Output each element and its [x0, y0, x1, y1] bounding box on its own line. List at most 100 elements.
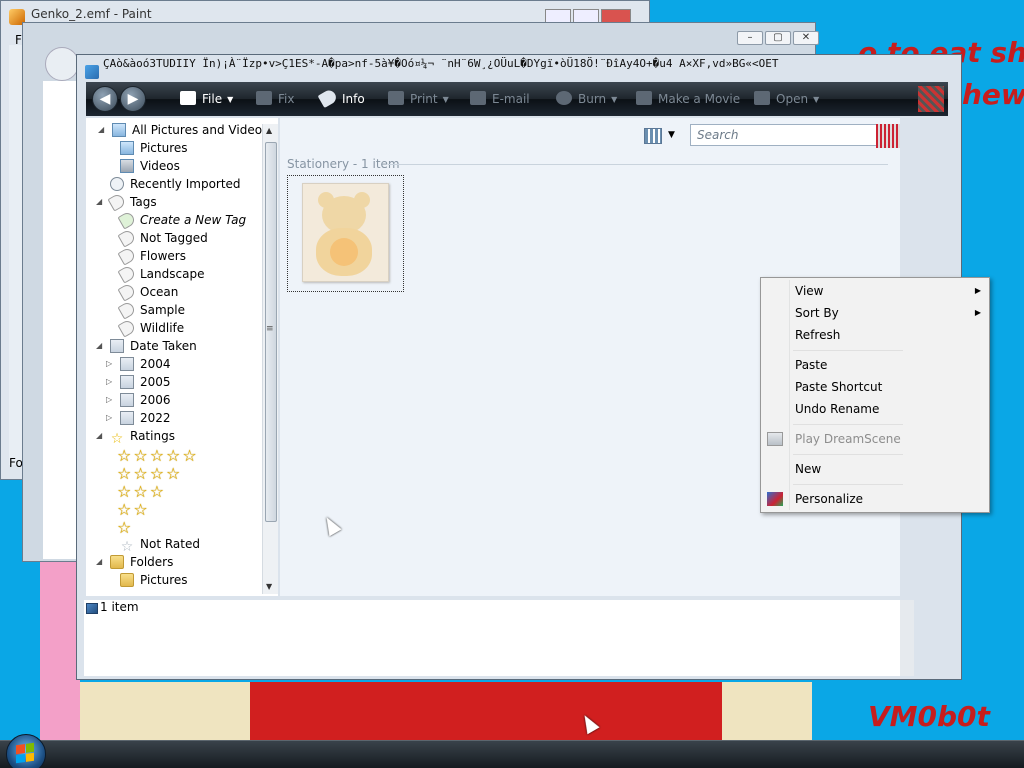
ctx-undo-rename[interactable]: Undo Rename [795, 398, 975, 420]
gallery-window-title: ÇAò&àoó3TUDIIY Ïn)¡À¨Ïzp•v>Ç1ES*-A�pa>nf… [103, 57, 779, 70]
nav-tag-flowers[interactable]: Flowers [117, 246, 186, 267]
gallery-toolbar: ◀ ▶ File ▼ Fix Info Print ▼ E-mail Burn ▼ M… [86, 82, 948, 116]
nav-tag-sample[interactable]: Sample [117, 300, 185, 321]
untagged-icon [117, 228, 137, 248]
status-bar: 1 item [84, 600, 900, 618]
file-menu-label: File [202, 92, 223, 106]
tag-icon [117, 300, 137, 320]
middle-close-button[interactable]: ✕ [793, 31, 819, 45]
ctx-view[interactable]: View ▶ [795, 280, 981, 302]
ctx-new[interactable]: New [795, 458, 975, 480]
file-menu-button[interactable]: File ▼ [180, 91, 233, 109]
open-button[interactable]: Open ▼ [754, 91, 819, 109]
collapsed-arrow-icon[interactable]: ▷ [106, 377, 112, 386]
gallery-right-edge [900, 600, 914, 676]
fix-button[interactable]: Fix [256, 91, 294, 109]
ctx-view-label: View [795, 284, 824, 298]
nav-folder-pictures[interactable]: Pictures [120, 573, 188, 591]
ctx-refresh[interactable]: Refresh [795, 324, 975, 346]
nav-tags[interactable]: ◢ Tags [96, 192, 157, 213]
nav-tag-ocean[interactable]: Ocean [117, 282, 178, 303]
view-dropdown-icon[interactable]: ▼ [668, 130, 675, 140]
collapsed-arrow-icon[interactable]: ▷ [106, 359, 112, 368]
expanded-arrow-icon[interactable]: ◢ [96, 341, 102, 350]
nav-date-taken[interactable]: ◢ Date Taken [96, 339, 197, 357]
nav-create-tag[interactable]: Create a New Tag [117, 210, 246, 231]
nav-year-2004[interactable]: ▷ 2004 [106, 357, 171, 375]
nav-rating-5-stars[interactable]: ☆☆☆☆☆ [117, 446, 199, 465]
videos-icon [120, 159, 134, 173]
nav-rating-3-stars[interactable]: ☆☆☆ [117, 482, 166, 501]
nav-year-2005[interactable]: ▷ 2005 [106, 375, 171, 393]
collapsed-arrow-icon[interactable]: ▷ [106, 395, 112, 404]
nav-tag-landscape[interactable]: Landscape [117, 264, 205, 285]
middle-maximize-button[interactable]: ▢ [765, 31, 791, 45]
bear-belly [330, 238, 358, 266]
nav-tag-wildlife[interactable]: Wildlife [117, 318, 184, 339]
nav-ratings-label: Ratings [130, 429, 175, 443]
paint-tool-strip[interactable] [9, 45, 23, 465]
forward-arrow-icon[interactable]: ▶ [120, 86, 146, 112]
info-button[interactable]: Info [317, 87, 365, 109]
ctx-paste-shortcut[interactable]: Paste Shortcut [795, 376, 975, 398]
print-button[interactable]: Print ▼ [388, 91, 449, 109]
print-label: Print [410, 92, 438, 106]
ctx-sort-by-label: Sort By [795, 306, 839, 320]
group-header: Stationery - 1 item [287, 157, 400, 171]
expanded-arrow-icon[interactable]: ◢ [96, 431, 102, 440]
nav-not-tagged[interactable]: Not Tagged [117, 228, 208, 249]
help-icon[interactable] [918, 86, 944, 112]
nav-tag-label: Landscape [140, 267, 205, 281]
collapsed-arrow-icon[interactable]: ▷ [106, 413, 112, 422]
ctx-personalize[interactable]: Personalize [795, 488, 975, 510]
email-button[interactable]: E-mail [470, 91, 530, 109]
nav-year-label: 2004 [140, 357, 171, 371]
scroll-down-icon[interactable]: ▼ [266, 582, 272, 591]
ctx-paste[interactable]: Paste [795, 354, 975, 376]
nav-year-2022[interactable]: ▷ 2022 [106, 411, 171, 429]
expanded-arrow-icon[interactable]: ◢ [96, 197, 102, 206]
nav-recently-imported-label: Recently Imported [130, 177, 241, 191]
taskbar [0, 740, 1024, 768]
back-arrow-icon[interactable]: ◀ [92, 86, 118, 112]
nav-folders[interactable]: ◢ Folders [96, 555, 173, 573]
fix-icon [256, 91, 272, 105]
nav-year-label: 2005 [140, 375, 171, 389]
burn-label: Burn [578, 92, 607, 106]
nav-recently-imported[interactable]: Recently Imported [110, 177, 241, 195]
nav-not-rated-label: Not Rated [140, 537, 200, 551]
calendar-icon [120, 375, 134, 389]
make-movie-button[interactable]: Make a Movie [636, 91, 740, 109]
nav-not-rated[interactable]: ☆ Not Rated [120, 537, 200, 555]
middle-back-icon[interactable] [45, 47, 79, 81]
nav-rating-4-stars[interactable]: ☆☆☆☆ [117, 464, 182, 483]
wallpaper-pink-block [40, 560, 80, 740]
ctx-sort-by[interactable]: Sort By ▶ [795, 302, 981, 324]
nav-year-2006[interactable]: ▷ 2006 [106, 393, 171, 411]
search-icon[interactable] [876, 124, 900, 148]
status-text: 1 item [100, 600, 139, 614]
expanded-arrow-icon[interactable]: ◢ [98, 125, 104, 134]
nav-videos[interactable]: Videos [120, 159, 180, 177]
view-mode-icon[interactable] [644, 128, 662, 144]
email-label: E-mail [492, 92, 530, 106]
expanded-arrow-icon[interactable]: ◢ [96, 557, 102, 566]
middle-window-pane [43, 81, 79, 559]
nav-rating-2-stars[interactable]: ☆☆ [117, 500, 150, 519]
tag-icon [117, 282, 137, 302]
search-input[interactable]: Search [690, 124, 886, 146]
navigation-scrollbar[interactable] [262, 124, 278, 594]
tag-icon [317, 87, 339, 109]
empty-star-icon: ☆ [120, 539, 134, 555]
wallpaper-beige-block-left [80, 682, 250, 740]
nav-videos-label: Videos [140, 159, 180, 173]
nav-ratings[interactable]: ◢ ☆ Ratings [96, 429, 175, 447]
star-icon: ☆ [110, 431, 124, 447]
middle-minimize-button[interactable]: – [737, 31, 763, 45]
scroll-up-icon[interactable]: ▲ [266, 126, 272, 135]
burn-button[interactable]: Burn ▼ [556, 91, 617, 109]
nav-pictures[interactable]: Pictures [120, 141, 188, 159]
nav-rating-1-stars[interactable]: ☆ [117, 518, 133, 537]
nav-date-taken-label: Date Taken [130, 339, 197, 353]
nav-all-pictures-videos[interactable]: ◢ All Pictures and Videos [98, 123, 268, 141]
